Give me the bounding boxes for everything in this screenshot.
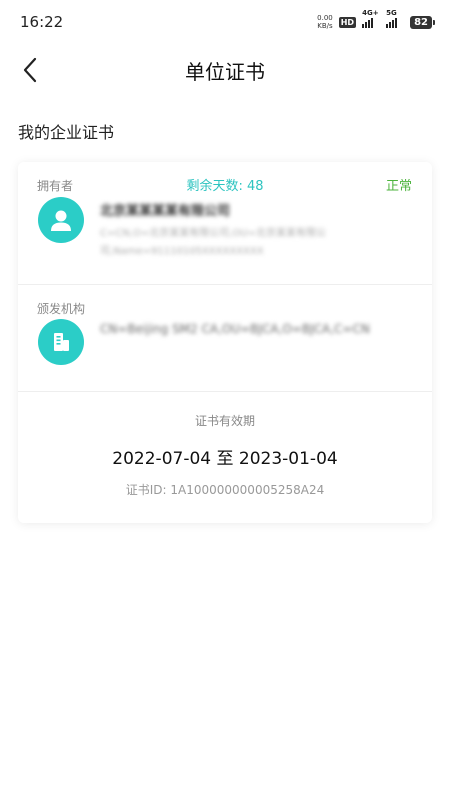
owner-section: 拥有者 剩余天数: 48 正常 北京某某某某有限公司 C=CN,O=北京某某有限… xyxy=(18,162,432,285)
validity-label: 证书有效期 xyxy=(194,414,255,428)
issuer-label: 颁发机构 xyxy=(37,302,86,316)
section-title: 我的企业证书 xyxy=(18,123,115,142)
validity-section: 证书有效期 2022-07-04 至 2023-01-04 证书ID: 1A10… xyxy=(18,392,432,523)
issuer-detail: CN=Beijing SM2 CA,OU=BJCA,O=BJCA,C=CN xyxy=(100,322,370,336)
network-speed: 0.00 KB/s xyxy=(317,14,333,30)
app-header: 单位证书 xyxy=(0,44,450,96)
signal-icon: 4G+ xyxy=(362,9,380,28)
battery-icon: 82 xyxy=(410,15,435,29)
remaining-days: 剩余天数: 48 xyxy=(186,179,264,194)
signal-icon-2: 5G xyxy=(386,9,404,28)
hd-icon: HD xyxy=(338,16,357,28)
owner-name: 北京某某某某有限公司 xyxy=(100,204,231,219)
page-title: 单位证书 xyxy=(185,59,265,84)
issuer-section: 颁发机构 CN=Beijing SM2 CA,OU=BJCA,O=BJCA,C=… xyxy=(18,285,432,392)
chevron-left-icon xyxy=(23,57,37,83)
back-button[interactable] xyxy=(14,54,46,86)
building-icon xyxy=(38,319,84,365)
status-badge: 正常 xyxy=(385,179,412,194)
validity-range: 2022-07-04 至 2023-01-04 xyxy=(112,449,338,469)
user-avatar-icon xyxy=(38,197,84,243)
status-bar: 16:22 0.00 KB/s HD 4G+ 5G 82 xyxy=(0,0,450,44)
status-time: 16:22 xyxy=(20,13,64,31)
certificate-id: 证书ID: 1A100000000005258A24 xyxy=(125,483,325,497)
certificate-card[interactable]: 拥有者 剩余天数: 48 正常 北京某某某某有限公司 C=CN,O=北京某某有限… xyxy=(18,162,432,523)
owner-detail: C=CN,O=北京某某有限公司,OU=北京某某有限公司,Name=9111010… xyxy=(100,228,327,257)
status-icons: 0.00 KB/s HD 4G+ 5G 82 xyxy=(317,9,435,30)
